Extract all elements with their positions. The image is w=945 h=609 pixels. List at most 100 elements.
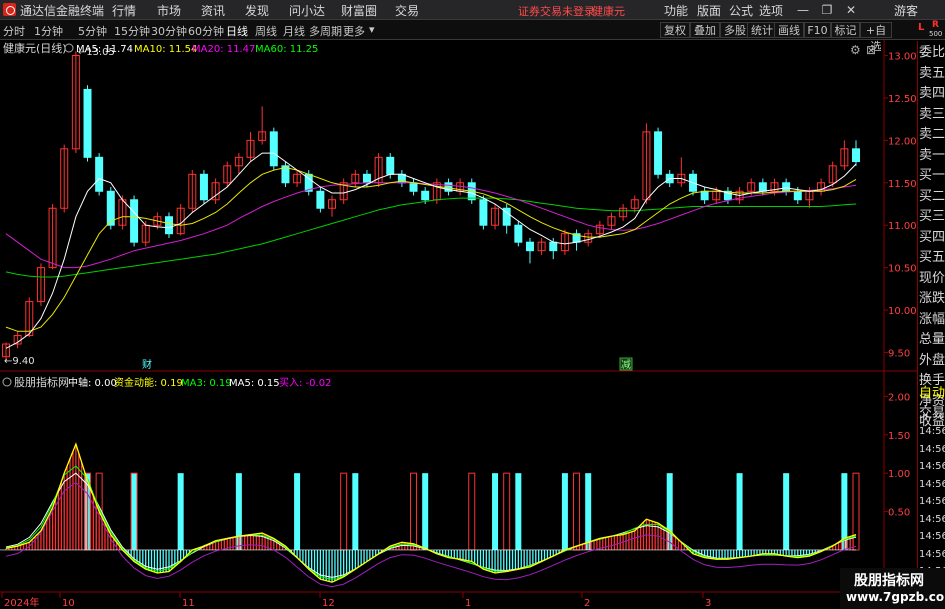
watermark: 股朋指标网 www.7gpzb.com: [840, 568, 945, 609]
tongji-button[interactable]: 统计: [747, 22, 777, 38]
menu-zixun[interactable]: 资讯: [201, 2, 225, 19]
login-notice[interactable]: 证券交易未登录: [518, 3, 595, 19]
main-chart-title: 健康元(日线): [3, 41, 67, 55]
biaoji-button[interactable]: 标记: [831, 22, 860, 38]
quote-label: 买五: [919, 250, 945, 265]
period-5min[interactable]: 5分钟: [78, 23, 107, 39]
price-tick-label: 12.50: [888, 94, 917, 105]
close-icon[interactable]: ✕: [842, 1, 860, 19]
menu-caifuquan[interactable]: 财富圈: [341, 2, 377, 19]
watermark-title: 股朋指标网: [854, 573, 924, 589]
chart-area[interactable]: 13.0012.5012.0011.5011.0010.5010.009.50←…: [0, 40, 917, 609]
candle: [525, 237, 534, 264]
menu-banmian[interactable]: 版面: [697, 2, 721, 19]
candle: [13, 331, 22, 349]
add-watchlist-button[interactable]: +自选: [860, 22, 892, 53]
f10-button[interactable]: F10: [804, 22, 831, 38]
auto-trade-label[interactable]: 交易: [919, 404, 945, 424]
tick-time: 14:56: [919, 461, 945, 472]
candle: [118, 195, 127, 230]
price-tick-label: 12.00: [888, 136, 917, 147]
signal-bar: [131, 473, 138, 550]
fuquan-button[interactable]: 复权: [660, 22, 690, 38]
period-60min[interactable]: 60分钟: [188, 23, 224, 39]
restore-icon[interactable]: ❐: [818, 1, 836, 19]
period-15min[interactable]: 15分钟: [114, 23, 150, 39]
candle: [502, 204, 511, 234]
menu-shichang[interactable]: 市场: [157, 2, 181, 19]
indicator-title: 股朋指标网: [14, 375, 69, 389]
diejia-button[interactable]: 叠加: [690, 22, 720, 38]
signal-bar: [561, 473, 568, 550]
price-tick-label: 11.50: [888, 179, 917, 190]
period-multi[interactable]: 多周期: [309, 23, 342, 39]
period-daily[interactable]: 日线: [226, 23, 248, 39]
user-guest[interactable]: 游客: [894, 2, 918, 19]
candle: [630, 195, 639, 213]
candle: [71, 51, 80, 154]
huaxian-button[interactable]: 画线: [774, 22, 804, 38]
menu-gongshi[interactable]: 公式: [729, 2, 753, 19]
period-30min[interactable]: 30分钟: [151, 23, 187, 39]
r-badge[interactable]: R: [932, 20, 939, 30]
indicator-legend-2: MA3: 0.19: [181, 378, 232, 389]
period-weekly[interactable]: 周线: [255, 23, 277, 39]
ind-tick-label: 2.00: [888, 392, 910, 403]
menu-hangqing[interactable]: 行情: [112, 2, 136, 19]
candle: [293, 170, 302, 188]
quote-label: 涨跌: [919, 291, 945, 306]
period-1min[interactable]: 1分钟: [34, 23, 63, 39]
candle: [351, 170, 360, 188]
price-tick-label: 10.00: [888, 306, 917, 317]
candle: [642, 123, 651, 204]
quote-label: 买二: [919, 188, 945, 204]
candle: [607, 212, 616, 230]
l-badge[interactable]: L: [918, 22, 924, 33]
quote-label: 委比: [919, 45, 945, 60]
menu-faxian[interactable]: 发现: [245, 2, 269, 19]
signal-outline-bar: [468, 472, 476, 551]
duogu-button[interactable]: 多股: [720, 22, 750, 38]
candle-body: [386, 156, 395, 175]
quote-label: 卖三: [919, 106, 945, 122]
signal-bar: [294, 473, 301, 550]
period-more[interactable]: 更多: [343, 23, 365, 39]
auto-trade-button[interactable]: 自动: [919, 384, 945, 404]
menu-xuanxiang[interactable]: 选项: [759, 2, 783, 19]
ind-tick-label: 1.50: [888, 431, 910, 442]
minimize-icon[interactable]: —: [794, 1, 812, 19]
period-monthly[interactable]: 月线: [283, 23, 305, 39]
event-marker-cai: 财: [142, 358, 152, 371]
tick-time: 14:56: [919, 496, 945, 507]
r-badge-sub: 500: [929, 30, 943, 38]
quote-label: 卖一: [919, 147, 945, 163]
candle: [36, 263, 45, 306]
menu-gongneng[interactable]: 功能: [664, 2, 688, 19]
candle: [48, 204, 57, 270]
candle: [223, 161, 232, 188]
ma-legend-3: MA60: 11.25: [255, 44, 318, 55]
menu-wenxiaoda[interactable]: 问小达: [289, 2, 325, 19]
candle: [176, 204, 185, 236]
event-marker-jian: 减: [621, 359, 631, 371]
candle: [328, 195, 337, 217]
candle-body: [421, 190, 430, 201]
more-chevron-icon[interactable]: ▾: [369, 23, 375, 36]
signal-bar: [736, 473, 743, 550]
candle: [339, 178, 348, 204]
menu-jiaoyi[interactable]: 交易: [395, 2, 419, 19]
x-axis-label: 3: [705, 598, 711, 609]
candle: [677, 157, 686, 188]
tick-time: 14:56: [919, 548, 945, 560]
ind-tick-label: 1.00: [888, 469, 910, 480]
quote-label: 外盘: [919, 352, 945, 368]
candle: [95, 153, 104, 196]
ma10-line: [5, 166, 857, 332]
candle: [188, 170, 197, 213]
period-fenshi[interactable]: 分时: [3, 23, 25, 39]
signal-outline-bar: [852, 472, 860, 551]
candle-body: [362, 173, 371, 184]
candle-body: [83, 88, 92, 158]
ind-tick-label: 0.50: [888, 508, 910, 519]
candle-body: [165, 216, 174, 235]
